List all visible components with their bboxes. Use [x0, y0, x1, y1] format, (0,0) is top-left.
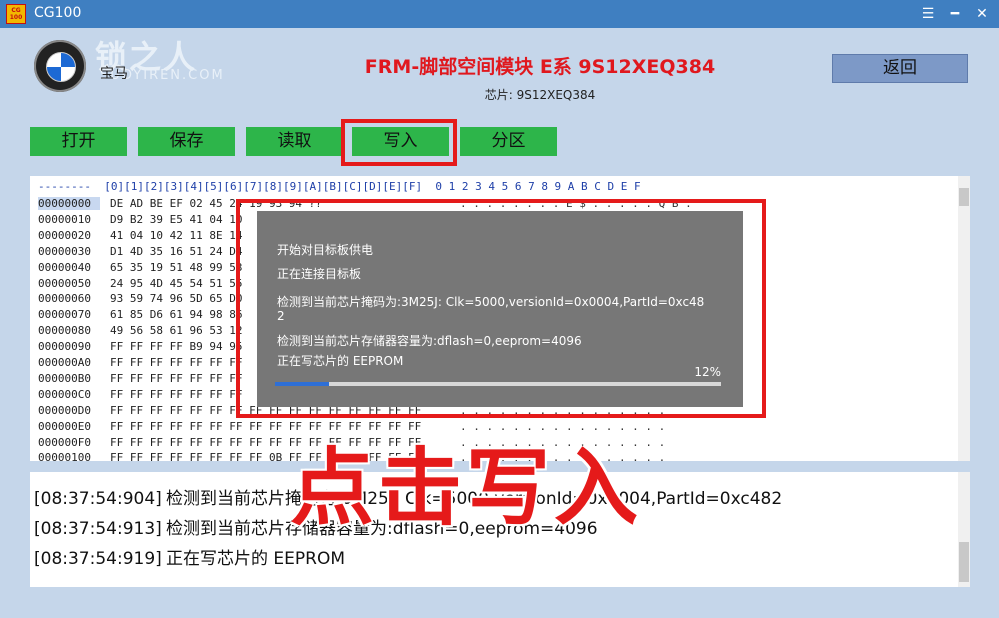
- hex-address: 000000F0: [38, 435, 91, 449]
- hex-address: 00000040: [38, 260, 91, 274]
- hex-address: 00000000: [38, 197, 100, 210]
- hex-address: 00000060: [38, 292, 91, 306]
- hex-header: -------- [0][1][2][3][4][5][6][7][8][9][…: [38, 180, 641, 193]
- hex-address: 000000E0: [38, 419, 91, 433]
- hex-address: 00000090: [38, 340, 91, 354]
- menu-icon[interactable]: ☰: [917, 4, 939, 24]
- hex-scroll-thumb[interactable]: [959, 188, 969, 206]
- write-button-highlight: [341, 119, 457, 166]
- hex-address: 00000010: [38, 212, 91, 226]
- partition-button[interactable]: 分区: [460, 127, 557, 156]
- hex-address: 00000020: [38, 228, 91, 242]
- bmw-roundel-icon: [46, 52, 76, 82]
- log-scrollbar[interactable]: [958, 472, 970, 587]
- hex-address: 00000070: [38, 308, 91, 322]
- hex-row[interactable]: 000000E0 FF FF FF FF FF FF FF FF FF FF FF…: [38, 420, 710, 433]
- hex-address: 00000080: [38, 324, 91, 338]
- title-bar: CG 100 CG100 ☰ ━ ✕: [0, 0, 999, 28]
- bmw-logo: [34, 40, 86, 92]
- brand-label: 宝马: [100, 66, 128, 82]
- hex-address: 00000100: [38, 451, 91, 461]
- close-icon[interactable]: ✕: [971, 4, 993, 24]
- hex-address: 000000D0: [38, 403, 91, 417]
- hex-address: 000000A0: [38, 356, 91, 369]
- minimize-icon[interactable]: ━: [944, 4, 966, 24]
- log-scroll-thumb[interactable]: [959, 542, 969, 582]
- hex-address: 00000030: [38, 244, 91, 258]
- hex-address: 000000B0: [38, 371, 91, 385]
- window-title: CG100: [34, 5, 82, 21]
- hex-ascii: . . . . . . . . . . . . . . . .: [460, 419, 666, 433]
- hex-bytes[interactable]: FF FF FF FF FF FF FF FF FF FF FF FF FF F…: [110, 420, 450, 433]
- cg100-logo: CG 100: [6, 4, 26, 24]
- dialog-highlight: [236, 199, 766, 418]
- log-timestamp: [08:37:54:904]: [34, 489, 162, 509]
- log-entry: [08:37:54:919] 正在写芯片的 EEPROM: [34, 544, 345, 569]
- hex-scrollbar[interactable]: [958, 176, 970, 461]
- read-button[interactable]: 读取: [246, 127, 343, 156]
- open-button[interactable]: 打开: [30, 127, 127, 156]
- logo-line-1: CG: [11, 7, 21, 14]
- callout-text: 点击写入: [290, 439, 643, 537]
- module-title: FRM-脚部空间模块 E系 9S12XEQ384: [364, 56, 716, 78]
- chip-info: 芯片: 9S12XEQ384: [484, 88, 596, 102]
- log-message: 正在写芯片的 EEPROM: [166, 549, 345, 569]
- hex-address: 000000C0: [38, 387, 91, 401]
- logo-line-2: 100: [9, 14, 23, 21]
- back-button[interactable]: 返回: [832, 54, 968, 83]
- save-button[interactable]: 保存: [138, 127, 235, 156]
- log-timestamp: [08:37:54:919]: [34, 549, 162, 569]
- hex-address: 00000050: [38, 276, 91, 290]
- log-timestamp: [08:37:54:913]: [34, 519, 162, 539]
